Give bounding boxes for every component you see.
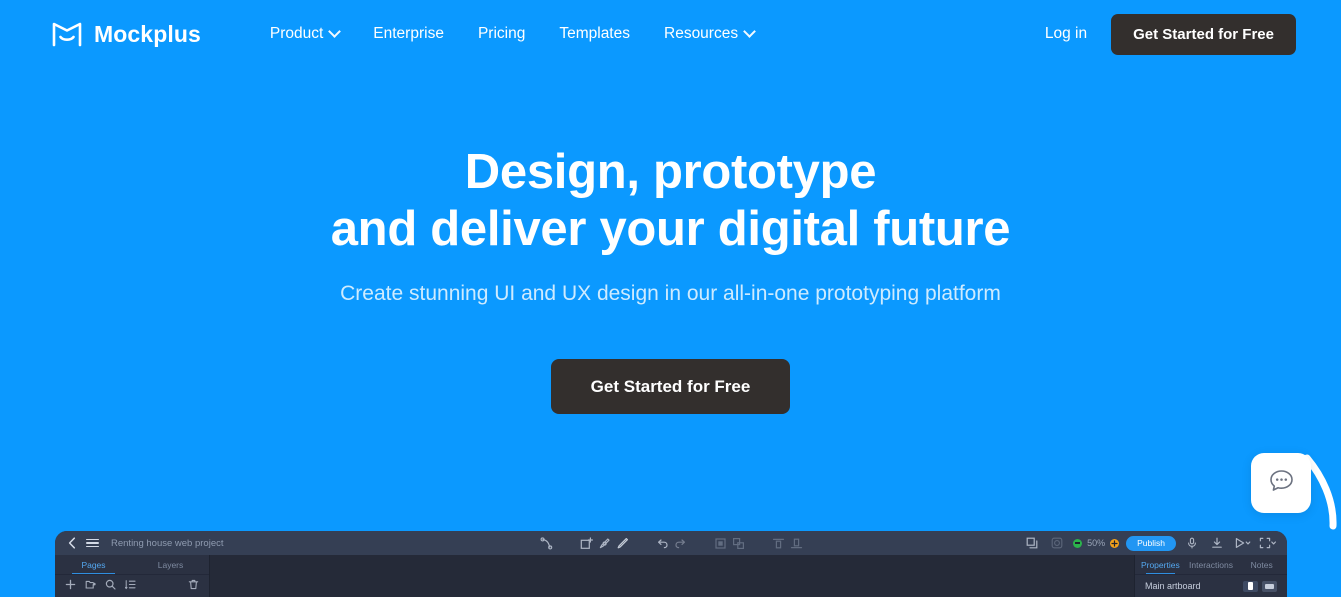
property-label: Main artboard xyxy=(1145,581,1201,591)
brand-logo-link[interactable]: Mockplus xyxy=(52,21,201,48)
nav-item-label: Product xyxy=(269,25,324,42)
nav-item-product[interactable]: Product xyxy=(253,19,356,49)
left-panel-tabs: Pages Layers xyxy=(55,555,209,575)
nav-actions: Log in Get Started for Free xyxy=(1045,13,1296,55)
fullscreen-icon[interactable] xyxy=(1258,534,1276,552)
nav-item-label: Templates xyxy=(559,25,630,42)
orientation-portrait-button[interactable] xyxy=(1243,580,1258,592)
undo-icon[interactable] xyxy=(653,534,671,552)
nav-links: Product Enterprise Pricing Templates Res… xyxy=(253,19,771,49)
chat-widget-button[interactable] xyxy=(1251,453,1311,513)
orientation-toggle-group xyxy=(1243,580,1277,592)
hero-get-started-button[interactable]: Get Started for Free xyxy=(550,359,791,414)
hero-subtitle: Create stunning UI and UX design in our … xyxy=(340,282,1001,305)
connector-icon[interactable] xyxy=(537,534,555,552)
pen-tool-icon[interactable] xyxy=(595,534,613,552)
mockplus-logo-icon xyxy=(52,21,82,47)
nav-item-label: Pricing xyxy=(477,25,526,42)
hamburger-menu-icon[interactable] xyxy=(86,538,99,548)
tab-properties[interactable]: Properties xyxy=(1135,555,1186,574)
nav-item-enterprise[interactable]: Enterprise xyxy=(356,19,461,49)
target-icon[interactable] xyxy=(1048,534,1066,552)
right-panel-tabs: Properties Interactions Notes xyxy=(1135,555,1287,575)
hero-section: Design, prototype and deliver your digit… xyxy=(0,68,1341,414)
chevron-down-icon xyxy=(743,24,756,38)
hero-title-line-1: Design, prototype xyxy=(464,145,877,199)
nav-item-resources[interactable]: Resources xyxy=(647,19,771,49)
tab-pages[interactable]: Pages xyxy=(55,555,132,574)
sort-list-icon[interactable] xyxy=(125,579,136,590)
search-icon[interactable] xyxy=(105,579,116,590)
property-row-artboard: Main artboard xyxy=(1135,575,1287,597)
redo-icon[interactable] xyxy=(671,534,689,552)
orientation-landscape-button[interactable] xyxy=(1262,580,1277,592)
mockup-canvas[interactable] xyxy=(210,555,1134,597)
add-artboard-icon[interactable] xyxy=(577,534,595,552)
preview-play-icon[interactable] xyxy=(1233,534,1251,552)
mockup-toolbar-center xyxy=(537,534,805,552)
align-bottom-icon[interactable] xyxy=(787,534,805,552)
chat-bubble-icon xyxy=(1268,467,1295,499)
chevron-left-icon[interactable] xyxy=(66,537,78,549)
nav-item-pricing[interactable]: Pricing xyxy=(461,19,542,49)
mockup-right-panel: Properties Interactions Notes Main artbo… xyxy=(1134,555,1287,597)
mockup-toolbar-right: 50% Publish xyxy=(1023,534,1276,552)
tab-interactions[interactable]: Interactions xyxy=(1186,555,1237,574)
page-title: Design, prototype and deliver your digit… xyxy=(0,144,1341,258)
download-icon[interactable] xyxy=(1208,534,1226,552)
mockup-left-panel: Pages Layers xyxy=(55,555,210,597)
hero-title-line-2: and deliver your digital future xyxy=(330,202,1011,256)
mockup-body: Pages Layers Properties Interactions Not… xyxy=(55,555,1287,597)
brand-name: Mockplus xyxy=(94,20,201,47)
pencil-icon[interactable] xyxy=(613,534,631,552)
nav-get-started-button[interactable]: Get Started for Free xyxy=(1111,13,1296,55)
duplicate-icon[interactable] xyxy=(1023,534,1041,552)
left-panel-toolbar xyxy=(55,575,209,594)
zoom-level-value: 50% xyxy=(1087,538,1106,548)
add-folder-icon[interactable] xyxy=(85,579,96,590)
top-navigation-bar: Mockplus Product Enterprise Pricing Temp… xyxy=(0,0,1341,68)
group-icon[interactable] xyxy=(711,534,729,552)
chevron-down-icon xyxy=(328,24,342,38)
delete-icon[interactable] xyxy=(188,579,199,590)
add-page-icon[interactable] xyxy=(65,579,76,590)
microphone-icon[interactable] xyxy=(1183,534,1201,552)
mockup-toolbar: Renting house web project 50% Publish xyxy=(55,531,1287,555)
publish-button[interactable]: Publish xyxy=(1126,535,1176,551)
align-top-icon[interactable] xyxy=(769,534,787,552)
zoom-controls: 50% xyxy=(1073,538,1120,548)
zoom-out-icon[interactable] xyxy=(1073,538,1083,548)
zoom-in-icon[interactable] xyxy=(1110,538,1120,548)
login-link[interactable]: Log in xyxy=(1045,25,1087,43)
ungroup-icon[interactable] xyxy=(729,534,747,552)
tab-layers[interactable]: Layers xyxy=(132,555,209,574)
nav-item-templates[interactable]: Templates xyxy=(542,19,647,49)
mockup-project-title: Renting house web project xyxy=(111,537,224,549)
nav-item-label: Resources xyxy=(664,25,739,42)
nav-item-label: Enterprise xyxy=(373,25,444,42)
tab-notes[interactable]: Notes xyxy=(1236,555,1287,574)
app-mockup-preview: Renting house web project 50% Publish Pa… xyxy=(55,531,1287,597)
landing-page: Mockplus Product Enterprise Pricing Temp… xyxy=(0,0,1341,597)
